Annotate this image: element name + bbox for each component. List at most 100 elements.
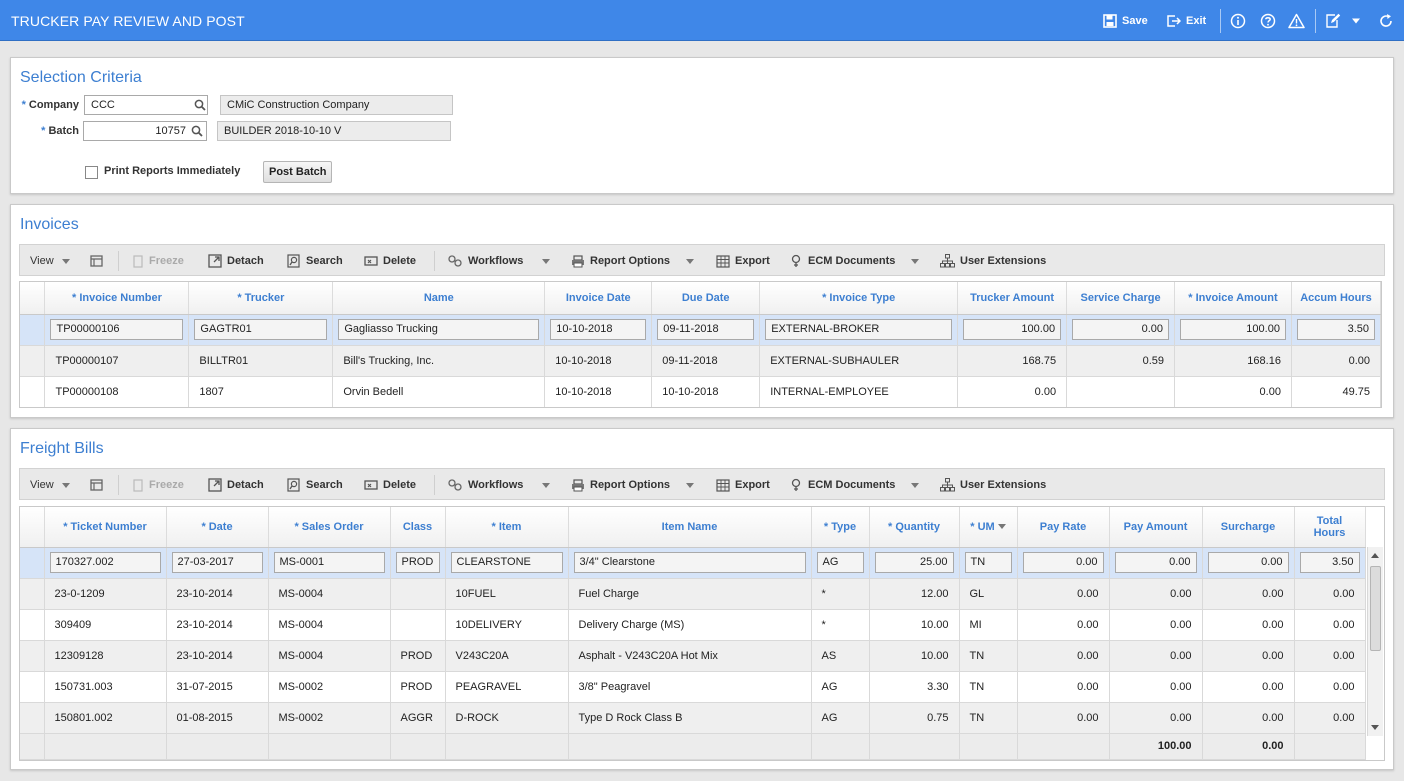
column-header[interactable]: Trucker Amount — [957, 282, 1068, 315]
due-date-input[interactable]: 09-11-2018 — [657, 319, 755, 340]
view-dropdown-icon[interactable] — [62, 259, 70, 264]
table-cell[interactable]: 10FUEL — [445, 578, 569, 610]
table-cell[interactable]: 3/8" Peagravel — [568, 671, 812, 703]
table-cell[interactable]: PEAGRAVEL — [445, 671, 569, 703]
table-cell[interactable]: 10-10-2018 — [651, 376, 761, 407]
table-cell[interactable]: 0.00 — [1017, 640, 1110, 672]
quantity-input[interactable]: 25.00 — [874, 552, 954, 573]
table-cell[interactable]: MS-0002 — [268, 671, 391, 703]
ecm-dropdown-icon[interactable] — [911, 483, 919, 488]
table-cell[interactable]: 1807 — [188, 376, 334, 407]
column-header[interactable]: Surcharge — [1202, 507, 1295, 548]
trucker-amount-input[interactable]: 100.00 — [963, 319, 1062, 340]
column-header[interactable]: * Quantity — [869, 507, 960, 548]
table-cell[interactable]: 31-07-2015 — [166, 671, 269, 703]
freeze-button[interactable]: Freeze — [132, 253, 184, 269]
table-cell[interactable]: 0.00 — [1017, 702, 1110, 734]
table-cell[interactable]: 150731.003 — [44, 671, 167, 703]
table-cell[interactable]: 0.00 — [957, 376, 1068, 407]
search-button[interactable]: Search — [287, 477, 343, 493]
table-cell[interactable]: Asphalt - V243C20A Hot Mix — [568, 640, 812, 672]
table-cell[interactable] — [1066, 376, 1176, 407]
column-header[interactable]: Name — [332, 282, 546, 315]
freeze-button[interactable]: Freeze — [132, 477, 184, 493]
column-header[interactable]: Service Charge — [1066, 282, 1176, 315]
table-cell[interactable]: 10DELIVERY — [445, 609, 569, 641]
table-cell[interactable]: Type D Rock Class B — [568, 702, 812, 734]
table-cell[interactable]: 0.00 — [1109, 671, 1203, 703]
table-cell[interactable]: 0.00 — [1202, 578, 1295, 610]
table-cell[interactable]: 23-10-2014 — [166, 578, 269, 610]
ecm-dropdown-icon[interactable] — [911, 259, 919, 264]
table-cell[interactable]: Bill's Trucking, Inc. — [332, 345, 546, 377]
table-cell[interactable]: 168.16 — [1174, 345, 1292, 377]
type-input[interactable]: AG — [816, 552, 864, 573]
table-cell[interactable]: 23-10-2014 — [166, 609, 269, 641]
table-row[interactable]: TP00000106 GAGTR01 Gagliasso Trucking 10… — [20, 314, 1381, 346]
row-selector[interactable] — [20, 578, 45, 610]
row-selector[interactable] — [20, 640, 45, 672]
report-options-dropdown-icon[interactable] — [686, 259, 694, 264]
column-header[interactable]: * Trucker — [188, 282, 334, 315]
info-icon[interactable] — [1229, 12, 1247, 30]
row-selector[interactable] — [20, 702, 45, 734]
table-row[interactable]: TP00000108 1807 Orvin Bedell 10-10-2018 … — [20, 376, 1381, 407]
name-input[interactable]: Gagliasso Trucking — [338, 319, 540, 340]
company-input[interactable]: CCC — [84, 95, 208, 115]
table-cell[interactable]: MS-0004 — [268, 578, 391, 610]
column-header[interactable]: Invoice Date — [544, 282, 653, 315]
report-options-button[interactable]: Report Options — [571, 253, 670, 269]
table-cell[interactable]: 168.75 — [957, 345, 1068, 377]
sales-order-input[interactable]: MS-0001 — [273, 552, 385, 573]
table-cell[interactable]: 0.00 — [1294, 578, 1366, 610]
table-cell[interactable]: AS — [811, 640, 870, 672]
table-cell[interactable]: AG — [811, 671, 870, 703]
delete-button[interactable]: Delete — [364, 477, 416, 493]
total-hours-input[interactable]: 3.50 — [1299, 552, 1360, 573]
scroll-down-icon[interactable] — [1371, 725, 1379, 730]
table-cell[interactable]: 49.75 — [1291, 376, 1381, 407]
table-cell[interactable]: 23-0-1209 — [44, 578, 167, 610]
table-row[interactable]: 150801.002 01-08-2015 MS-0002 AGGR D-ROC… — [20, 702, 1366, 734]
table-cell[interactable]: MI — [959, 609, 1018, 641]
row-selector[interactable] — [20, 609, 45, 641]
table-cell[interactable]: INTERNAL-EMPLOYEE — [759, 376, 959, 407]
table-cell[interactable]: GL — [959, 578, 1018, 610]
table-row[interactable]: TP00000107 BILLTR01 Bill's Trucking, Inc… — [20, 345, 1381, 377]
table-cell[interactable]: TN — [959, 671, 1018, 703]
column-header[interactable]: * Ticket Number — [44, 507, 167, 548]
column-header[interactable]: * UM — [959, 507, 1018, 548]
item-input[interactable]: CLEARSTONE — [450, 552, 563, 573]
pay-rate-input[interactable]: 0.00 — [1022, 552, 1104, 573]
table-row[interactable]: 12309128 23-10-2014 MS-0004 PROD V243C20… — [20, 640, 1366, 672]
table-cell[interactable]: Fuel Charge — [568, 578, 812, 610]
table-row[interactable]: 309409 23-10-2014 MS-0004 10DELIVERY Del… — [20, 609, 1366, 641]
post-batch-button[interactable]: Post Batch — [263, 161, 333, 183]
table-cell[interactable]: PROD — [390, 671, 446, 703]
table-row[interactable]: 150731.003 31-07-2015 MS-0002 PROD PEAGR… — [20, 671, 1366, 703]
table-cell[interactable]: 10.00 — [869, 609, 960, 641]
table-cell[interactable]: * — [811, 609, 870, 641]
edit-icon[interactable] — [1324, 12, 1342, 30]
column-header[interactable]: * Item — [445, 507, 569, 548]
sort-caret-icon[interactable] — [997, 524, 1006, 530]
table-cell[interactable]: 0.00 — [1202, 671, 1295, 703]
invoice-type-input[interactable]: EXTERNAL-BROKER — [765, 319, 953, 340]
column-header[interactable]: * Invoice Amount — [1174, 282, 1292, 315]
table-cell[interactable]: 0.00 — [1109, 578, 1203, 610]
invoice-number-input[interactable]: TP00000106 — [50, 319, 184, 340]
table-cell[interactable]: 0.00 — [1017, 671, 1110, 703]
row-selector[interactable] — [20, 314, 46, 346]
surcharge-input[interactable]: 0.00 — [1207, 552, 1289, 573]
item-name-input[interactable]: 3/4" Clearstone — [573, 552, 806, 573]
table-cell[interactable]: 0.00 — [1202, 702, 1295, 734]
help-icon[interactable] — [1259, 12, 1277, 30]
table-cell[interactable]: TP00000107 — [44, 345, 190, 377]
table-cell[interactable]: 309409 — [44, 609, 167, 641]
date-input[interactable]: 27-03-2017 — [171, 552, 263, 573]
warning-icon[interactable] — [1287, 12, 1305, 30]
company-lookup-icon[interactable] — [191, 96, 209, 114]
table-cell[interactable]: 0.00 — [1109, 640, 1203, 672]
table-cell[interactable]: 0.00 — [1202, 609, 1295, 641]
scrollbar-thumb[interactable] — [1370, 566, 1381, 651]
